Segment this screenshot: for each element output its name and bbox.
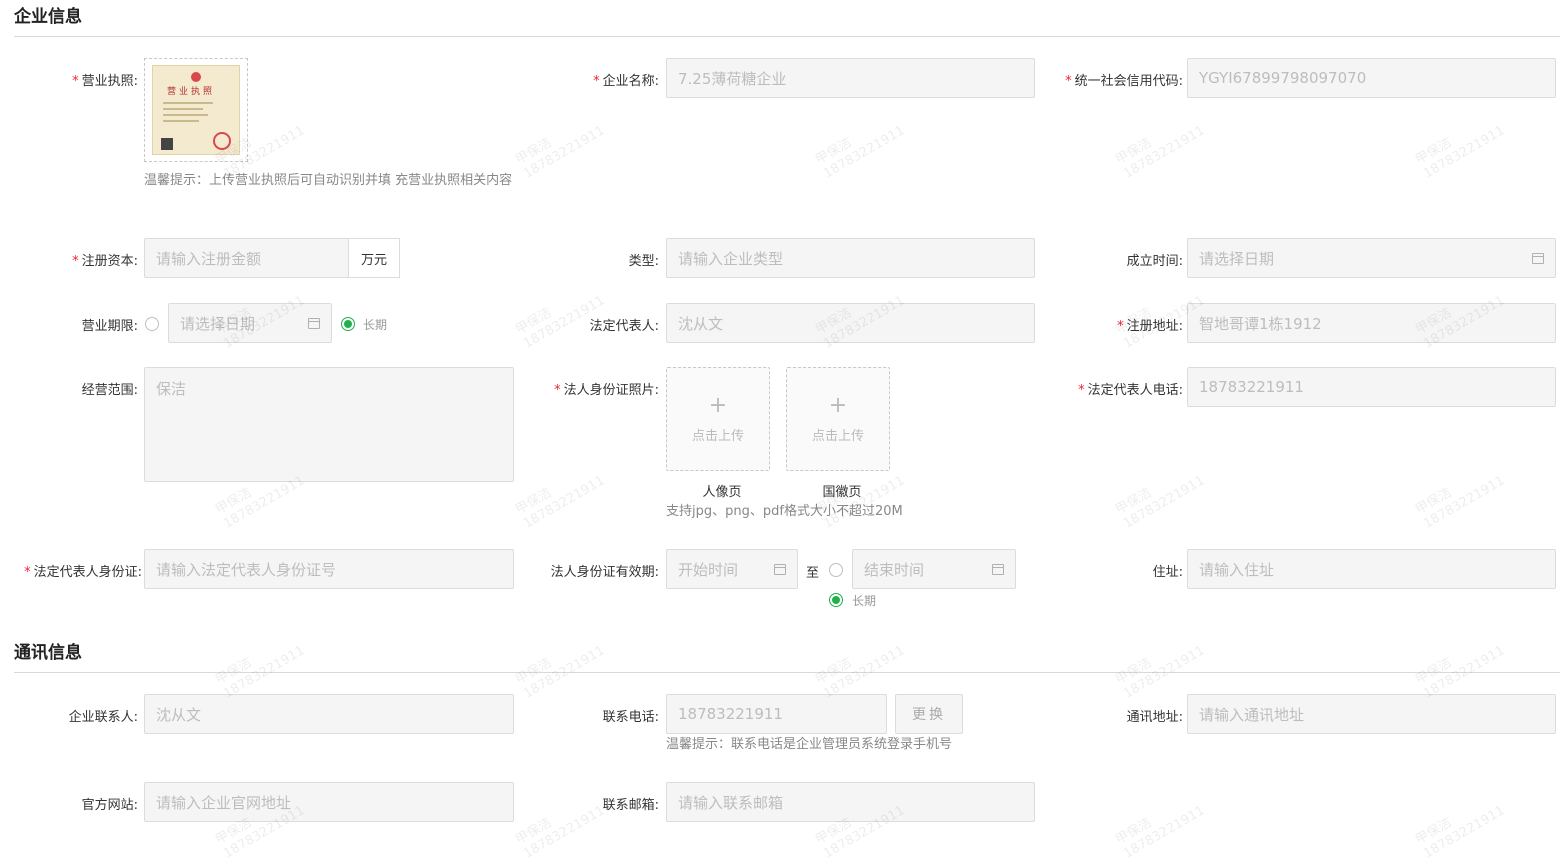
watermark-text: 甲保洁18783221911: [513, 123, 608, 182]
business-term-long-radio[interactable]: [341, 317, 355, 331]
id-validity-start-picker[interactable]: 开始时间: [666, 549, 798, 589]
id-validity-end-picker[interactable]: 结束时间: [852, 549, 1016, 589]
contact-person-input[interactable]: 沈从文: [144, 694, 514, 734]
business-scope-label: 经营范围:: [81, 383, 138, 398]
section-title-contact-info: 通讯信息: [14, 643, 82, 663]
legal-rep-phone-label: * 法定代表人电话:: [1078, 383, 1183, 398]
watermark-text: 甲保洁18783221911: [513, 803, 608, 862]
id-validity-date-radio[interactable]: [829, 563, 843, 577]
calendar-icon: [308, 317, 320, 329]
id-front-upload[interactable]: + 点击上传: [666, 367, 770, 471]
watermark-text: 甲保洁18783221911: [1113, 643, 1208, 702]
contact-person-label: 企业联系人:: [68, 710, 138, 725]
watermark-text: 甲保洁18783221911: [813, 643, 908, 702]
contact-phone-label: 联系电话:: [602, 710, 659, 725]
registered-capital-input[interactable]: 请输入注册金额: [144, 238, 349, 278]
watermark-text: 甲保洁18783221911: [1413, 473, 1508, 532]
watermark-text: 甲保洁18783221911: [1113, 803, 1208, 862]
email-label: 联系邮箱:: [602, 798, 659, 813]
id-validity-label: 法人身份证有效期:: [550, 565, 659, 580]
business-term-date-radio[interactable]: [145, 317, 159, 331]
id-photos-label: * 法人身份证照片:: [554, 383, 659, 398]
id-back-caption: 国徽页: [822, 485, 862, 500]
registered-address-input[interactable]: 智地哥谭1栋1912: [1187, 303, 1556, 343]
watermark-text: 甲保洁18783221911: [1413, 803, 1508, 862]
business-scope-textarea[interactable]: 保洁: [144, 367, 514, 482]
company-name-label: * 企业名称:: [593, 74, 659, 89]
legal-rep-phone-input[interactable]: 18783221911: [1187, 367, 1556, 407]
credit-code-input[interactable]: YGYI67899798097070: [1187, 58, 1556, 98]
watermark-text: 甲保洁18783221911: [813, 123, 908, 182]
license-seal-text: 营业执照: [167, 87, 216, 97]
registered-address-label: * 注册地址:: [1117, 319, 1183, 334]
id-back-upload[interactable]: + 点击上传: [786, 367, 890, 471]
business-license-image: 营业执照: [152, 65, 240, 155]
business-license-hint: 温馨提示：上传营业执照后可自动识别并填 充营业执照相关内容: [144, 173, 513, 188]
id-validity-to-label: 至: [806, 566, 820, 581]
residence-input[interactable]: 请输入住址: [1187, 549, 1556, 589]
calendar-icon: [774, 563, 786, 575]
business-license-upload[interactable]: 营业执照: [144, 58, 248, 162]
watermark-text: 甲保洁18783221911: [1113, 123, 1208, 182]
website-input[interactable]: 请输入企业官网地址: [144, 782, 514, 822]
id-validity-long-label: 长期: [852, 594, 877, 608]
plus-icon: +: [828, 392, 848, 418]
section-divider: [14, 672, 1560, 673]
national-emblem-icon: [191, 72, 201, 82]
legal-rep-id-input[interactable]: 请输入法定代表人身份证号: [144, 549, 514, 589]
company-type-label: 类型:: [628, 254, 659, 269]
change-phone-button[interactable]: 更换: [895, 694, 963, 734]
company-name-input[interactable]: 7.25薄荷糖企业: [666, 58, 1035, 98]
founded-date-picker[interactable]: 请选择日期: [1187, 238, 1556, 278]
contact-phone-input[interactable]: 18783221911: [666, 694, 887, 734]
residence-label: 住址:: [1152, 565, 1183, 580]
website-label: 官方网站:: [81, 798, 138, 813]
id-front-caption: 人像页: [702, 485, 742, 500]
legal-rep-id-label: * 法定代表人身份证:: [24, 565, 142, 580]
registered-capital-label: * 注册资本:: [72, 254, 138, 269]
legal-rep-input[interactable]: 沈从文: [666, 303, 1035, 343]
credit-code-label: * 统一社会信用代码:: [1065, 74, 1183, 89]
watermark-text: 甲保洁18783221911: [513, 643, 608, 702]
business-term-date-picker[interactable]: 请选择日期: [168, 303, 332, 343]
calendar-icon: [1532, 252, 1544, 264]
watermark-text: 甲保洁18783221911: [1413, 643, 1508, 702]
mailing-address-input[interactable]: 请输入通讯地址: [1187, 694, 1556, 734]
plus-icon: +: [708, 392, 728, 418]
business-license-label: * 营业执照:: [72, 74, 138, 89]
contact-phone-hint: 温馨提示：联系电话是企业管理员系统登录手机号: [666, 737, 953, 752]
watermark-text: 甲保洁18783221911: [1113, 473, 1208, 532]
legal-rep-label: 法定代表人:: [589, 319, 659, 334]
watermark-text: 甲保洁18783221911: [1413, 123, 1508, 182]
stamp-icon: [213, 132, 231, 150]
company-type-input[interactable]: 请输入企业类型: [666, 238, 1035, 278]
watermark-text: 甲保洁18783221911: [513, 473, 608, 532]
section-title-company-info: 企业信息: [14, 7, 82, 27]
founded-date-label: 成立时间:: [1126, 254, 1183, 269]
id-validity-long-radio[interactable]: [829, 593, 843, 607]
email-input[interactable]: 请输入联系邮箱: [666, 782, 1035, 822]
business-term-long-label: 长期: [363, 318, 388, 332]
id-photos-hint: 支持jpg、png、pdf格式大小不超过20M: [666, 504, 903, 519]
mailing-address-label: 通讯地址:: [1126, 710, 1183, 725]
watermark-text: 甲保洁18783221911: [213, 643, 308, 702]
calendar-icon: [992, 563, 1004, 575]
section-divider: [14, 36, 1560, 37]
registered-capital-unit: 万元: [348, 238, 400, 278]
business-term-label: 营业期限:: [81, 319, 138, 334]
qr-code-icon: [161, 138, 173, 150]
